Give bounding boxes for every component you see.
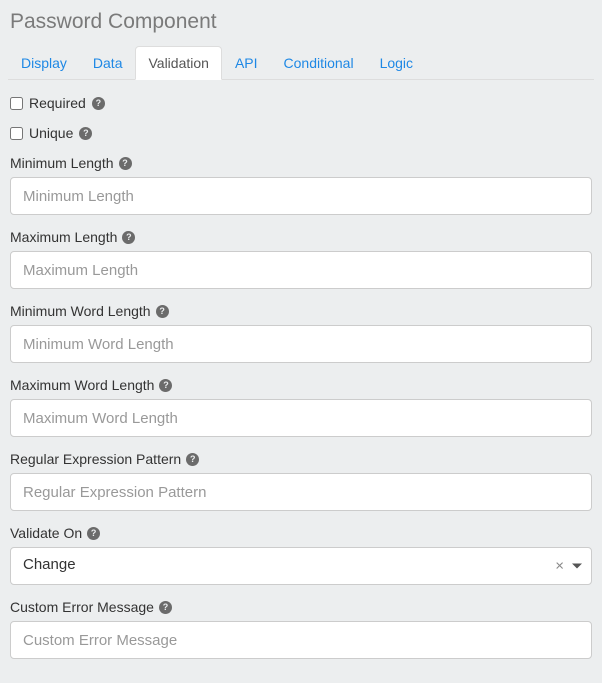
help-icon[interactable] — [159, 379, 172, 392]
custom-error-input[interactable] — [10, 621, 592, 659]
tab-display[interactable]: Display — [8, 46, 80, 80]
regex-input[interactable] — [10, 473, 592, 511]
max-length-group: Maximum Length — [10, 229, 592, 289]
page-title: Password Component — [8, 10, 594, 34]
max-word-length-group: Maximum Word Length — [10, 377, 592, 437]
help-icon[interactable] — [156, 305, 169, 318]
validation-form: Required Unique Minimum Length Maximum L… — [8, 95, 594, 659]
help-icon[interactable] — [87, 527, 100, 540]
help-icon[interactable] — [159, 601, 172, 614]
tab-conditional[interactable]: Conditional — [271, 46, 367, 80]
unique-row: Unique — [10, 125, 592, 141]
help-icon[interactable] — [79, 127, 92, 140]
min-word-length-group: Minimum Word Length — [10, 303, 592, 363]
validate-on-label: Validate On — [10, 525, 82, 541]
required-label: Required — [29, 95, 86, 111]
max-word-length-input[interactable] — [10, 399, 592, 437]
tab-validation[interactable]: Validation — [135, 46, 221, 80]
regex-label: Regular Expression Pattern — [10, 451, 181, 467]
custom-error-label: Custom Error Message — [10, 599, 154, 615]
regex-group: Regular Expression Pattern — [10, 451, 592, 511]
help-icon[interactable] — [186, 453, 199, 466]
validate-on-group: Validate On Change × — [10, 525, 592, 585]
help-icon[interactable] — [92, 97, 105, 110]
min-length-group: Minimum Length — [10, 155, 592, 215]
max-length-input[interactable] — [10, 251, 592, 289]
unique-label: Unique — [29, 125, 73, 141]
tab-data[interactable]: Data — [80, 46, 136, 80]
help-icon[interactable] — [122, 231, 135, 244]
validate-on-select[interactable]: Change — [10, 547, 592, 585]
custom-error-group: Custom Error Message — [10, 599, 592, 659]
min-length-label: Minimum Length — [10, 155, 114, 171]
min-word-length-label: Minimum Word Length — [10, 303, 151, 319]
tab-logic[interactable]: Logic — [367, 46, 426, 80]
tab-api[interactable]: API — [222, 46, 271, 80]
required-checkbox[interactable] — [10, 97, 23, 110]
clear-icon[interactable]: × — [555, 559, 564, 574]
required-row: Required — [10, 95, 592, 111]
min-length-input[interactable] — [10, 177, 592, 215]
unique-checkbox[interactable] — [10, 127, 23, 140]
tab-bar: Display Data Validation API Conditional … — [8, 46, 594, 80]
max-word-length-label: Maximum Word Length — [10, 377, 154, 393]
help-icon[interactable] — [119, 157, 132, 170]
max-length-label: Maximum Length — [10, 229, 117, 245]
min-word-length-input[interactable] — [10, 325, 592, 363]
